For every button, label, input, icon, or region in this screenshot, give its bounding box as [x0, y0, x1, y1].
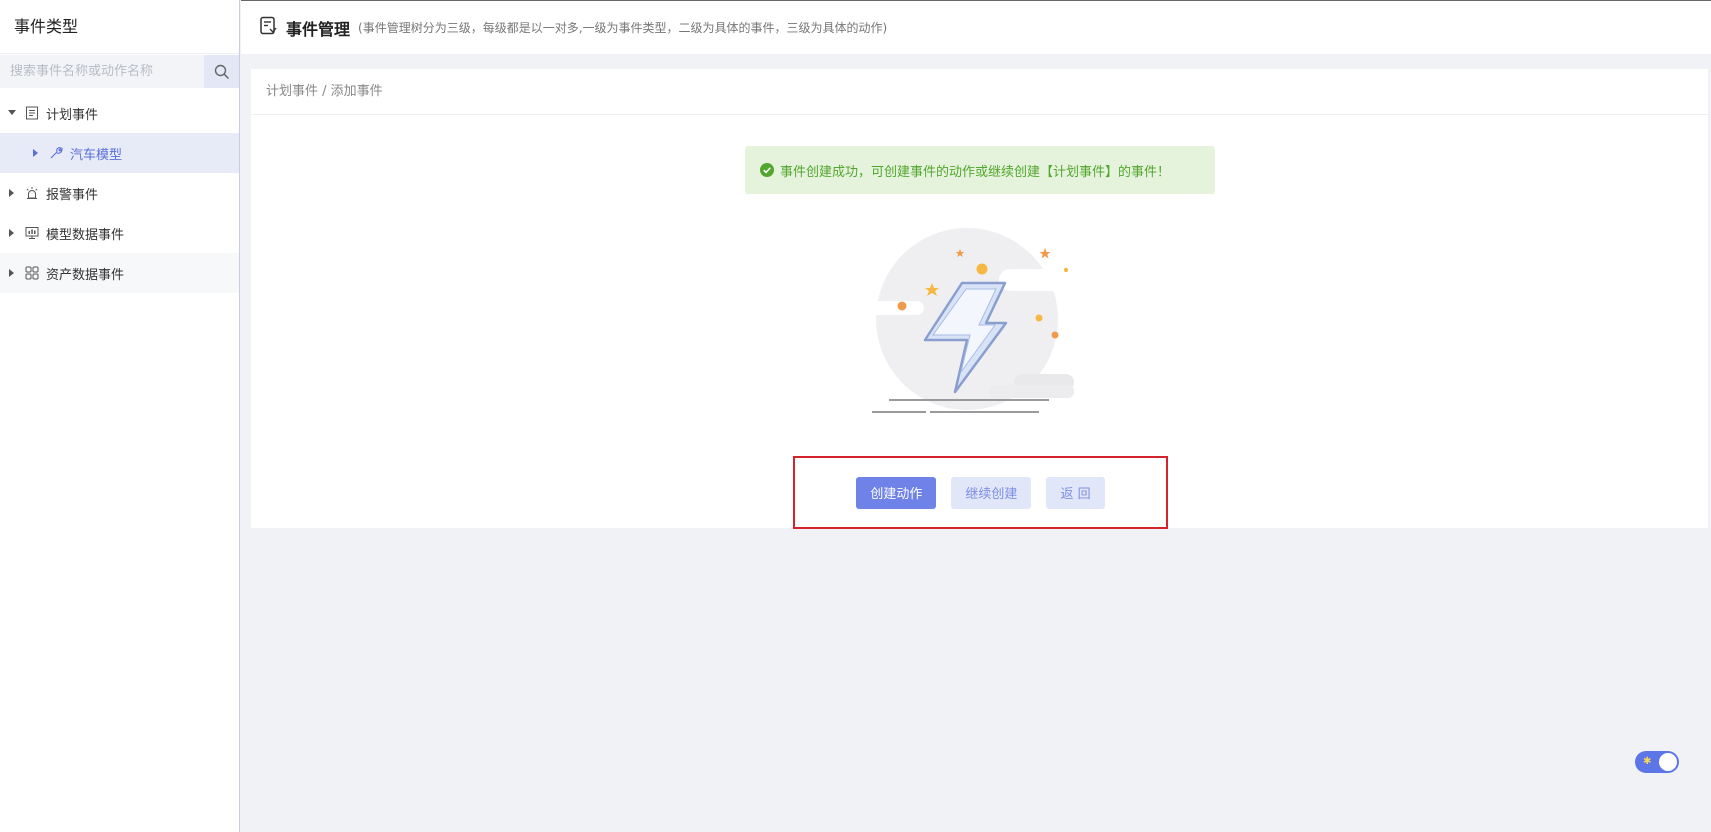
tree-item-alarm-event[interactable]: 报警事件: [0, 173, 239, 213]
caret-down-icon[interactable]: [0, 110, 22, 116]
caret-right-icon[interactable]: [24, 149, 46, 157]
search-button[interactable]: [204, 55, 239, 88]
create-action-button[interactable]: 创建动作: [856, 476, 937, 509]
action-button-group: 创建动作 继续创建 返 回: [793, 456, 1168, 529]
tree-item-plan-event[interactable]: 计划事件: [0, 93, 239, 133]
continue-create-button[interactable]: 继续创建: [951, 476, 1032, 509]
tree-item-label: 模型数据事件: [46, 227, 125, 243]
sidebar-title: 事件类型: [0, 0, 239, 54]
grid-icon: [22, 266, 42, 280]
check-circle-icon: [760, 163, 774, 177]
tree-item-asset-data-event[interactable]: 资产数据事件: [0, 253, 239, 293]
search-icon: [214, 64, 229, 79]
lightning-illustration: [849, 219, 1109, 429]
wrench-icon: [46, 146, 66, 160]
search-input[interactable]: [0, 55, 204, 88]
alarm-icon: [22, 186, 42, 200]
caret-right-icon[interactable]: [0, 229, 22, 237]
caret-right-icon[interactable]: [0, 269, 22, 277]
page-subtitle: (事件管理树分为三级，每级都是以一对多,一级为事件类型，二级为具体的事件，三级为…: [358, 21, 888, 35]
event-doc-icon: [259, 16, 277, 40]
content-card: 计划事件 / 添加事件 事件创建成功，可创建事件的动作或继续创建【计划事件】的事…: [251, 69, 1708, 529]
sun-icon: ✱: [1643, 756, 1652, 767]
breadcrumb: 计划事件 / 添加事件: [251, 69, 1708, 115]
tree-item-label: 资产数据事件: [46, 267, 125, 283]
sidebar: 事件类型 计划事件 汽车模型 报警事件 模型数据事件: [0, 0, 240, 832]
monitor-chart-icon: [22, 226, 42, 240]
tree-item-label: 报警事件: [46, 187, 99, 203]
success-alert: 事件创建成功，可创建事件的动作或继续创建【计划事件】的事件！: [745, 146, 1215, 194]
tree-item-label: 计划事件: [46, 107, 99, 123]
theme-toggle[interactable]: ✱: [1635, 751, 1679, 773]
back-button[interactable]: 返 回: [1046, 476, 1105, 509]
page-header: 事件管理 (事件管理树分为三级，每级都是以一对多,一级为事件类型，二级为具体的事…: [241, 0, 1711, 54]
alert-message: 事件创建成功，可创建事件的动作或继续创建【计划事件】的事件！: [780, 164, 1171, 180]
search-bar: [0, 55, 239, 88]
toggle-knob: [1659, 753, 1677, 771]
caret-right-icon[interactable]: [0, 189, 22, 197]
tree-item-label: 汽车模型: [70, 147, 123, 163]
tree-item-model-data-event[interactable]: 模型数据事件: [0, 213, 239, 253]
document-icon: [22, 106, 42, 120]
page-title: 事件管理: [286, 19, 351, 39]
tree-item-car-model[interactable]: 汽车模型: [0, 133, 239, 173]
event-type-tree: 计划事件 汽车模型 报警事件 模型数据事件 资产数据事件: [0, 93, 239, 293]
